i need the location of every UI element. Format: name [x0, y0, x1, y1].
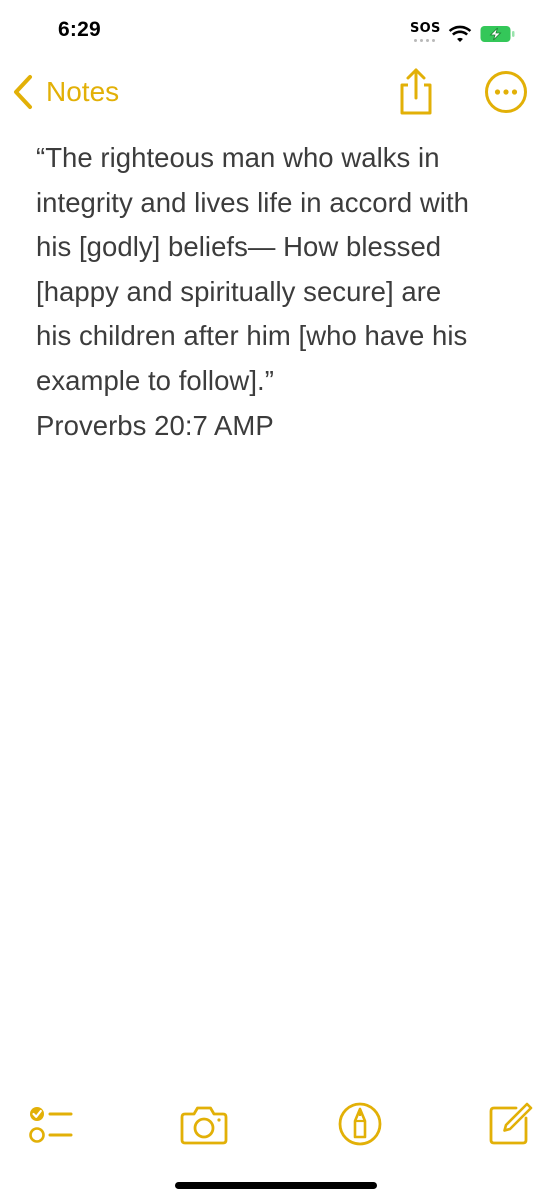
status-indicators: SOS — [410, 21, 516, 46]
ellipsis-circle-icon — [485, 71, 527, 113]
sos-indicator: SOS — [410, 21, 441, 46]
checklist-icon — [29, 1107, 73, 1143]
camera-button[interactable] — [180, 1100, 228, 1148]
compose-button[interactable] — [486, 1100, 534, 1148]
status-time: 6:29 — [58, 18, 101, 41]
signal-dots-icon — [414, 39, 435, 42]
markup-pen-icon — [338, 1102, 382, 1146]
sos-label: SOS — [410, 21, 441, 36]
note-line: “The righteous man who walks in — [36, 142, 440, 173]
markup-button[interactable] — [336, 1100, 384, 1148]
share-icon — [400, 68, 432, 115]
battery-charging-icon — [480, 26, 515, 42]
checklist-button[interactable] — [26, 1100, 74, 1148]
note-line: Proverbs 20:7 AMP — [36, 409, 274, 441]
status-bar: 6:29 SOS — [0, 0, 554, 62]
more-button[interactable] — [484, 70, 528, 114]
back-button[interactable]: Notes — [12, 70, 119, 114]
note-line: [happy and spiritually secure] are — [36, 275, 442, 307]
camera-icon — [180, 1106, 228, 1145]
note-body[interactable]: “The righteous man who walks in integrit… — [36, 136, 536, 448]
share-button[interactable] — [393, 66, 439, 116]
note-line: his [godly] beliefs— How blessed — [36, 231, 442, 263]
home-indicator[interactable] — [175, 1182, 377, 1189]
note-line: his children after him [who have his — [36, 320, 468, 352]
navigation-bar: Notes — [0, 62, 554, 124]
bottom-toolbar — [0, 1096, 554, 1156]
compose-icon — [489, 1102, 533, 1145]
wifi-icon — [448, 25, 472, 42]
note-line: example to follow].” — [36, 364, 274, 396]
note-line: integrity and lives life in accord with — [36, 186, 469, 218]
chevron-left-icon — [14, 75, 32, 109]
back-label: Notes — [46, 76, 120, 107]
